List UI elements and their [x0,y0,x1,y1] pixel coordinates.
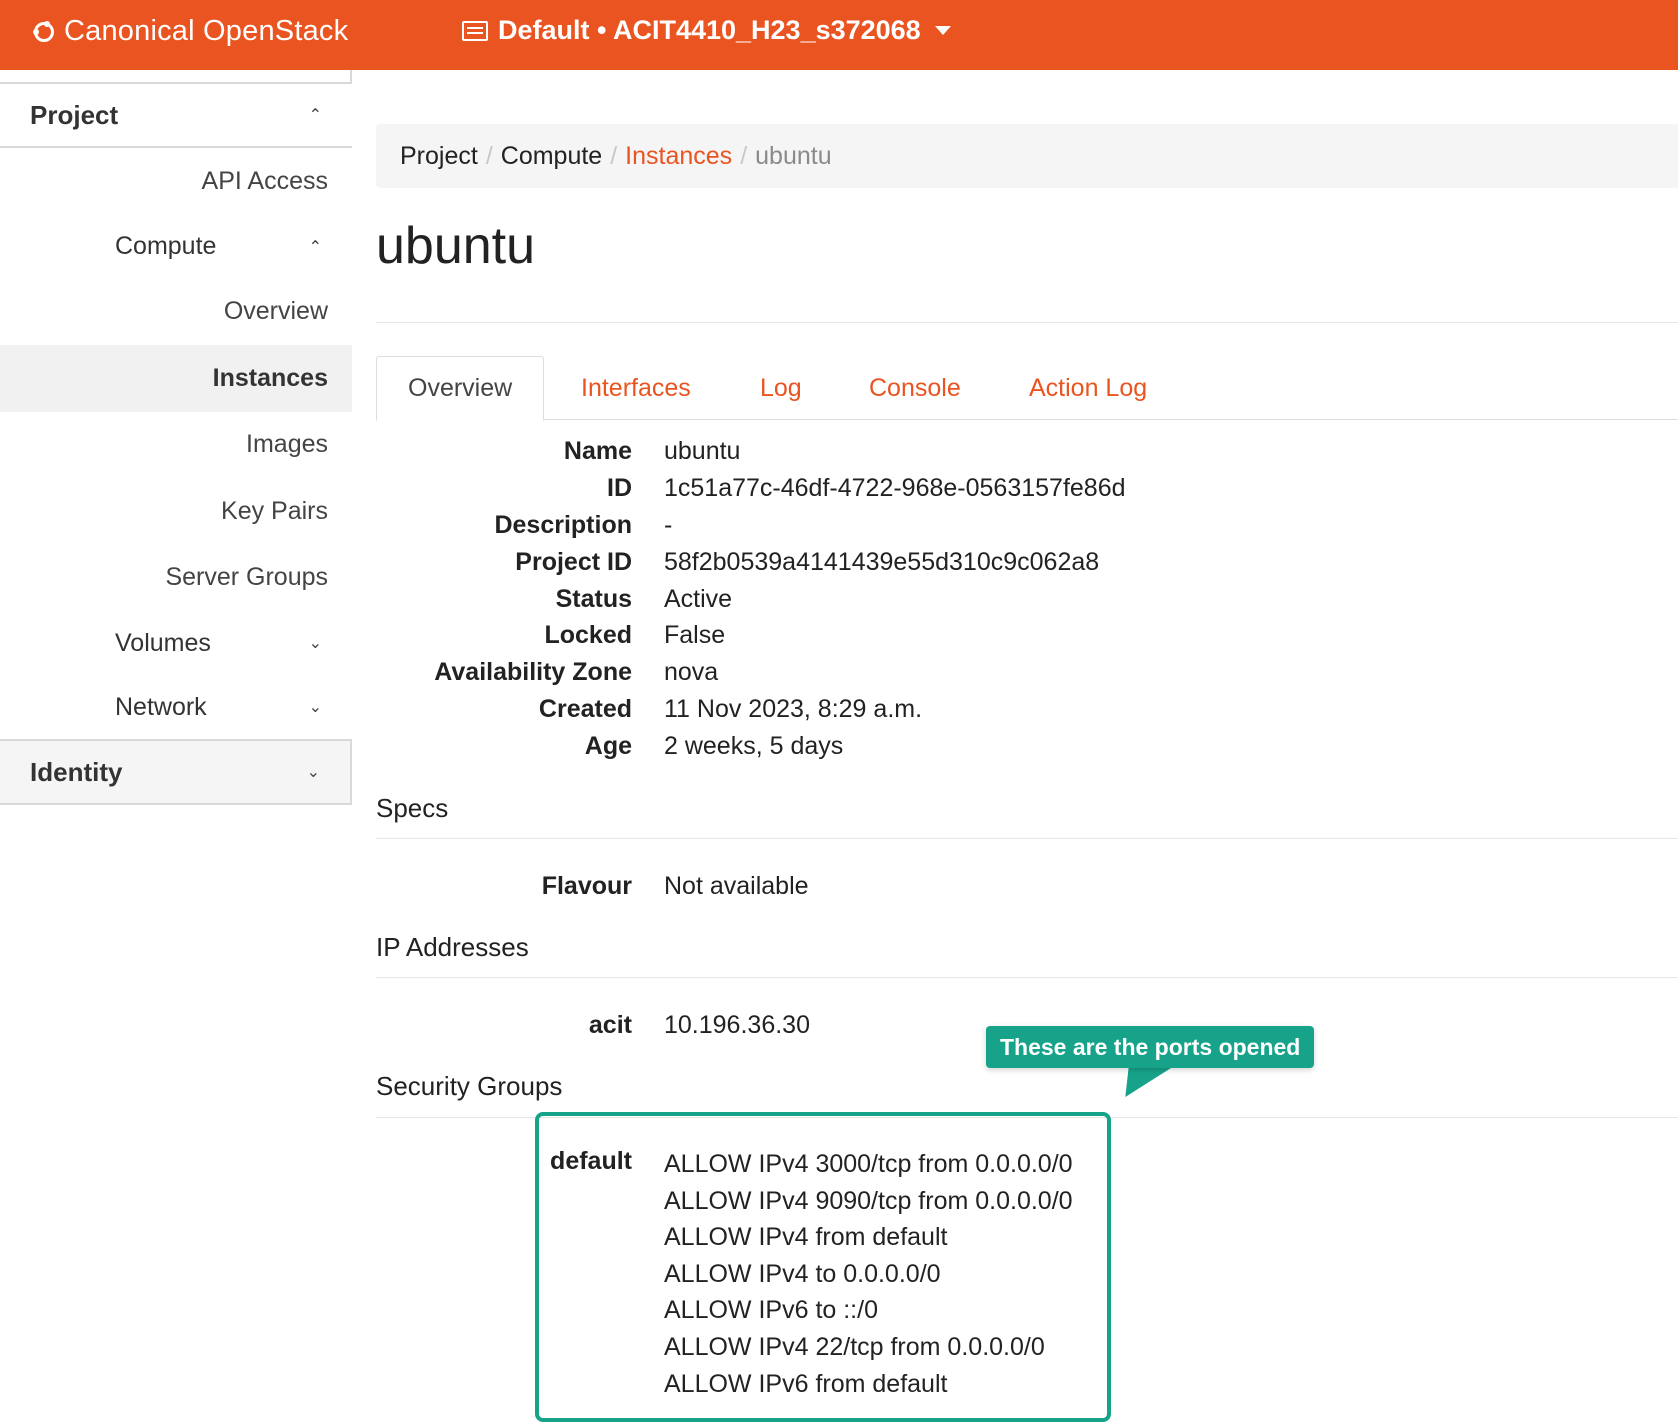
sidebar-item-label: Key Pairs [221,496,328,525]
sidebar-item-overview[interactable]: Overview [0,279,352,346]
detail-value: ubuntu [664,437,741,465]
sidebar-item-instances[interactable]: Instances [0,345,352,412]
detail-key: acit [588,1011,632,1039]
tab-console[interactable]: Console [869,356,961,420]
sidebar: Project ⌃ API Access Compute ⌃ Overview … [0,70,352,805]
page-title: ubuntu [376,217,536,275]
breadcrumb: Project / Compute / Instances / ubuntu [376,124,1678,188]
sidebar-group-label: Network [115,692,207,721]
breadcrumb-current: ubuntu [755,141,832,170]
detail-row-flavour: Flavour Not available [376,872,1576,908]
tab-label: Console [869,373,961,402]
sidebar-group-label: Volumes [115,628,211,657]
callout-pointer [1111,1067,1173,1097]
section-divider [376,977,1678,978]
sidebar-section-project[interactable]: Project ⌃ [0,84,352,148]
detail-row-name: Name ubuntu [376,437,1576,473]
breadcrumb-compute: Compute [500,141,603,170]
detail-key: Locked [544,621,632,649]
detail-row-id: ID 1c51a77c-46df-4722-968e-0563157fe86d [376,474,1576,510]
sidebar-section-label: Identity [30,756,123,787]
detail-value: 2 weeks, 5 days [664,732,844,760]
breadcrumb-separator: / [740,141,748,170]
detail-key: Flavour [541,872,632,900]
sidebar-group-network[interactable]: Network ⌄ [0,675,352,739]
sidebar-item-key-pairs[interactable]: Key Pairs [0,478,352,545]
sidebar-item-label: Instances [212,363,328,392]
instance-tabs: Overview Interfaces Log Console Action L… [376,356,1678,421]
tab-label: Interfaces [581,373,691,402]
detail-row-network: acit 10.196.36.30 [376,1011,1576,1047]
sidebar-section-identity[interactable]: Identity ⌄ [0,739,352,805]
detail-key: Created [538,695,632,723]
detail-key: ID [607,474,632,502]
callout-label: These are the ports opened [986,1026,1315,1068]
detail-key: Name [563,437,632,465]
top-navbar: Canonical OpenStack Default • ACIT4410_H… [0,0,1678,70]
sidebar-item-label: Images [246,430,328,459]
detail-key: Description [494,511,632,539]
section-heading-specs: Specs [376,793,449,823]
list-icon [462,20,488,41]
section-heading-security-groups: Security Groups [376,1071,563,1101]
chevron-down-icon: ⌄ [308,635,322,652]
sidebar-group-compute[interactable]: Compute ⌃ [0,215,352,279]
detail-value: False [664,621,726,649]
detail-value: nova [664,658,719,686]
detail-row-created: Created 11 Nov 2023, 8:29 a.m. [376,695,1576,731]
detail-value: - [664,511,673,539]
project-selector-label: Default • ACIT4410_H23_s372068 [498,15,921,45]
sidebar-item-api-access[interactable]: API Access [0,148,352,215]
detail-value: 58f2b0539a4141439e55d310c9c062a8 [664,548,1100,576]
sidebar-group-label: Compute [115,232,217,260]
breadcrumb-project: Project [400,141,478,170]
chevron-up-icon: ⌃ [308,238,322,256]
breadcrumb-separator: / [485,141,493,170]
brand[interactable]: Canonical OpenStack [33,15,349,48]
chevron-up-icon: ⌃ [308,107,322,124]
openstack-logo-icon [33,20,54,42]
detail-row-age: Age 2 weeks, 5 days [376,732,1576,768]
tab-overview[interactable]: Overview [376,356,545,421]
tab-label: Action Log [1029,373,1148,402]
detail-value: Not available [664,872,809,900]
section-divider [376,838,1678,839]
brand-name: Canonical OpenStack [64,15,349,47]
project-selector[interactable]: Default • ACIT4410_H23_s372068 [462,15,951,46]
detail-row-availability-zone: Availability Zone nova [376,658,1576,694]
breadcrumb-instances-link[interactable]: Instances [625,142,732,171]
highlight-box [535,1112,1111,1422]
sidebar-section-label: Project [30,99,119,130]
detail-key: Project ID [515,548,632,576]
section-heading-ip-addresses: IP Addresses [376,932,529,962]
chevron-down-icon: ⌄ [308,699,322,716]
detail-row-project-id: Project ID 58f2b0539a4141439e55d310c9c06… [376,548,1576,584]
detail-value: Active [664,585,733,613]
tab-interfaces[interactable]: Interfaces [581,356,691,420]
detail-key: Availability Zone [434,658,632,686]
detail-value: 1c51a77c-46df-4722-968e-0563157fe86d [664,474,1126,502]
detail-row-locked: Locked False [376,621,1576,657]
sidebar-item-images[interactable]: Images [0,412,352,479]
sidebar-item-label: Overview [223,297,328,326]
breadcrumb-separator: / [610,141,618,170]
detail-key: Age [584,732,632,760]
tab-label: Overview [408,374,513,402]
detail-value: 11 Nov 2023, 8:29 a.m. [664,695,923,723]
tab-action-log[interactable]: Action Log [1029,356,1147,420]
sidebar-group-volumes[interactable]: Volumes ⌄ [0,611,352,675]
title-divider [376,322,1678,323]
detail-row-status: Status Active [376,585,1576,621]
sidebar-top-divider [0,70,352,84]
detail-key: Status [555,585,632,613]
caret-down-icon [934,26,951,35]
sidebar-item-label: API Access [201,166,328,195]
tab-log[interactable]: Log [760,356,802,420]
sidebar-item-label: Server Groups [165,563,328,592]
chevron-down-icon: ⌄ [306,764,320,781]
tab-label: Log [760,373,802,402]
sidebar-item-server-groups[interactable]: Server Groups [0,545,352,612]
detail-row-description: Description - [376,511,1576,547]
detail-value: 10.196.36.30 [664,1011,810,1039]
